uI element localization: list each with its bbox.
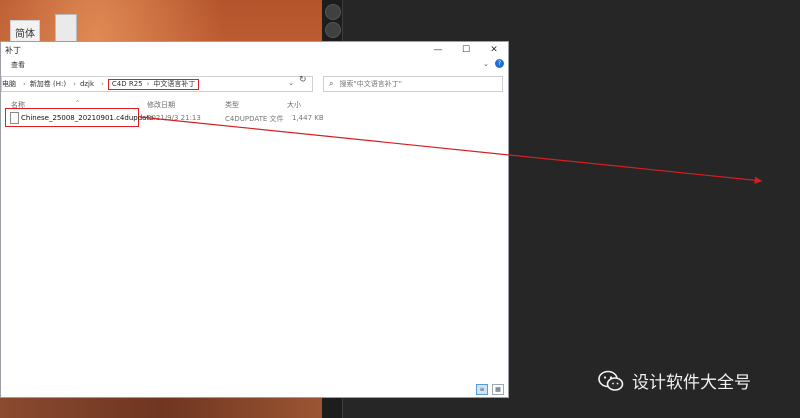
chevron-down-icon[interactable]: ⌄ — [288, 79, 294, 87]
c4d-tool-icon[interactable] — [325, 4, 341, 20]
c4d-tool-icon[interactable] — [325, 22, 341, 38]
breadcrumb-chinese-patch[interactable]: 中文语言补丁 — [153, 79, 195, 89]
breadcrumb-highlight: C4D R25 › 中文语言补丁 — [107, 78, 200, 90]
ribbon: 查看 ⌄ ? — [1, 58, 508, 72]
desktop-file-icon[interactable] — [55, 14, 77, 44]
column-header-type[interactable]: 类型 — [225, 100, 239, 110]
breadcrumb-separator-icon: › — [101, 80, 104, 88]
ribbon-tab-view[interactable]: 查看 — [11, 60, 25, 70]
refresh-icon[interactable]: ↻ — [299, 75, 307, 85]
watermark-text: 设计软件大全号 — [632, 373, 751, 393]
column-header-size[interactable]: 大小 — [287, 100, 301, 110]
search-placeholder: 搜索"中文语言补丁" — [339, 80, 402, 88]
address-bar[interactable]: 电脑 › 新加卷 (H:) › dzjk › C4D R25 › 中文语言补丁 … — [1, 76, 313, 92]
watermark: 设计软件大全号 — [598, 368, 751, 393]
view-switcher: ≡ ▦ — [476, 384, 504, 395]
breadcrumb-c4d[interactable]: C4D R25 — [112, 80, 143, 88]
file-size: 1,447 KB — [292, 114, 324, 122]
ribbon-collapse-icon[interactable]: ⌄ — [483, 60, 489, 68]
window-titlebar[interactable]: 补丁 — ☐ ✕ — [1, 42, 508, 58]
file-name[interactable]: Chinese_25008_20210901.c4dupdate — [21, 114, 154, 122]
search-icon: ⌕ — [329, 79, 334, 88]
file-row[interactable]: Chinese_25008_20210901.c4dupdate 2021/9/… — [1, 108, 331, 127]
file-icon — [10, 112, 19, 124]
details-view-icon[interactable]: ≡ — [476, 384, 488, 395]
file-explorer-window: 补丁 — ☐ ✕ 查看 ⌄ ? 电脑 › 新加卷 (H:) › dzjk › C… — [0, 41, 509, 398]
address-row: 电脑 › 新加卷 (H:) › dzjk › C4D R25 › 中文语言补丁 … — [1, 74, 508, 96]
wechat-icon — [598, 370, 624, 391]
minimize-button[interactable]: — — [424, 42, 452, 58]
breadcrumb-drive[interactable]: 新加卷 (H:) — [30, 79, 66, 89]
desktop-icon-label: 简体 — [15, 28, 35, 40]
file-type: C4DUPDATE 文件 — [225, 115, 284, 123]
breadcrumb-pc[interactable]: 电脑 — [2, 79, 16, 89]
window-title: 补丁 — [5, 45, 21, 55]
help-icon[interactable]: ? — [495, 59, 504, 68]
large-icons-view-icon[interactable]: ▦ — [492, 384, 504, 395]
column-header-date[interactable]: 修改日期 — [147, 100, 175, 110]
close-button[interactable]: ✕ — [480, 42, 508, 58]
desktop-wallpaper-bottom — [0, 398, 322, 418]
maximize-button[interactable]: ☐ — [452, 42, 480, 58]
breadcrumb-separator-icon: › — [146, 80, 150, 88]
breadcrumb-folder[interactable]: dzjk — [80, 80, 94, 88]
sort-caret-icon: ^ — [75, 100, 81, 107]
breadcrumb-separator-icon: › — [23, 80, 26, 88]
breadcrumb-separator-icon: › — [73, 80, 76, 88]
file-date: 2021/9/3 21:13 — [147, 114, 201, 122]
search-input[interactable]: ⌕ 搜索"中文语言补丁" — [323, 76, 503, 92]
